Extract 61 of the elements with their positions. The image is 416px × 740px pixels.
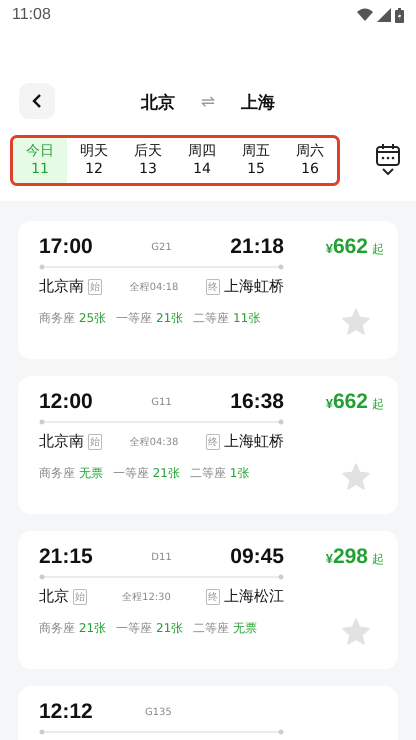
seat-availability: 二等座 无票 bbox=[193, 620, 258, 637]
price: ¥298 起 bbox=[326, 545, 384, 569]
end-tag: 终 bbox=[206, 434, 220, 450]
start-tag: 始 bbox=[88, 278, 102, 294]
duration: 全程12:30 bbox=[122, 590, 171, 604]
train-card[interactable]: 17:00 G21 21:18 北京南 始 全程04:18 终 上海虹桥 商务座 25张 一等座 21张 二等座 11张 ¥662 起 bbox=[18, 221, 398, 359]
date-tab[interactable]: 周五 15 bbox=[229, 138, 283, 182]
duration: 全程04:18 bbox=[130, 280, 178, 294]
arrival-time: 21:18 bbox=[230, 235, 284, 259]
train-card[interactable]: 21:15 D11 09:45 北京 始 全程12:30 终 上海松江 商务座 21张 一等座 21张 二等座 无票 ¥298 起 bbox=[18, 531, 398, 669]
star-icon[interactable] bbox=[342, 308, 370, 335]
start-tag: 始 bbox=[88, 434, 102, 450]
departure-time: 12:12 bbox=[39, 700, 93, 724]
departure-time: 12:00 bbox=[39, 390, 93, 414]
seat-availability: 一等座 21张 bbox=[116, 310, 184, 327]
date-tab[interactable]: 周四 14 bbox=[175, 138, 229, 182]
end-tag: 终 bbox=[206, 278, 220, 294]
seat-availability: 二等座 11张 bbox=[193, 310, 260, 327]
status-time: 11:08 bbox=[12, 6, 51, 24]
date-tab[interactable]: 后天 13 bbox=[121, 138, 175, 182]
price: ¥662 起 bbox=[326, 235, 384, 259]
departure-time: 17:00 bbox=[39, 235, 93, 259]
origin-station: 北京 bbox=[39, 587, 69, 606]
seat-availability: 商务座 无票 bbox=[39, 465, 103, 482]
train-card[interactable]: 12:12 G135 bbox=[18, 686, 398, 740]
price: ¥662 起 bbox=[326, 390, 384, 414]
origin-station: 北京南 bbox=[39, 432, 84, 451]
destination-city[interactable]: 上海 bbox=[241, 90, 276, 114]
calendar-icon bbox=[376, 144, 400, 166]
start-tag: 始 bbox=[73, 588, 87, 604]
battery-icon bbox=[395, 8, 404, 22]
signal-icon bbox=[377, 8, 391, 22]
destination-station: 上海虹桥 bbox=[224, 432, 284, 451]
destination-station: 上海虹桥 bbox=[224, 277, 284, 296]
date-tab[interactable]: 周六 16 bbox=[283, 138, 337, 182]
seat-availability: 一等座 21张 bbox=[112, 465, 180, 482]
train-number: G11 bbox=[151, 396, 172, 408]
train-card[interactable]: 12:00 G11 16:38 北京南 始 全程04:38 终 上海虹桥 商务座 无票 一等座 21张 二等座 1张 ¥662 起 bbox=[18, 376, 398, 514]
duration: 全程04:38 bbox=[130, 436, 178, 448]
origin-city[interactable]: 北京 bbox=[140, 90, 175, 114]
train-number: G135 bbox=[144, 706, 172, 718]
end-tag: 终 bbox=[206, 588, 220, 604]
chevron-down-icon bbox=[382, 168, 394, 176]
back-button[interactable] bbox=[19, 83, 55, 119]
destination-station: 上海松江 bbox=[224, 587, 284, 606]
back-icon bbox=[32, 94, 42, 108]
star-icon[interactable] bbox=[342, 463, 370, 490]
departure-time: 21:15 bbox=[39, 545, 93, 569]
train-number: D11 bbox=[151, 552, 172, 562]
origin-station: 北京南 bbox=[39, 277, 84, 296]
star-icon[interactable] bbox=[342, 618, 370, 645]
wifi-icon bbox=[357, 8, 373, 22]
date-tab[interactable]: 明天 12 bbox=[67, 138, 121, 182]
seat-availability: 商务座 21张 bbox=[39, 620, 106, 637]
seat-availability: 商务座 25张 bbox=[39, 310, 106, 327]
arrival-time: 16:38 bbox=[230, 390, 284, 414]
arrival-time: 09:45 bbox=[230, 545, 284, 569]
train-number: G21 bbox=[151, 242, 172, 252]
seat-availability: 二等座 1张 bbox=[190, 465, 250, 482]
calendar-button[interactable] bbox=[376, 144, 400, 176]
seat-availability: 一等座 21张 bbox=[116, 620, 184, 637]
